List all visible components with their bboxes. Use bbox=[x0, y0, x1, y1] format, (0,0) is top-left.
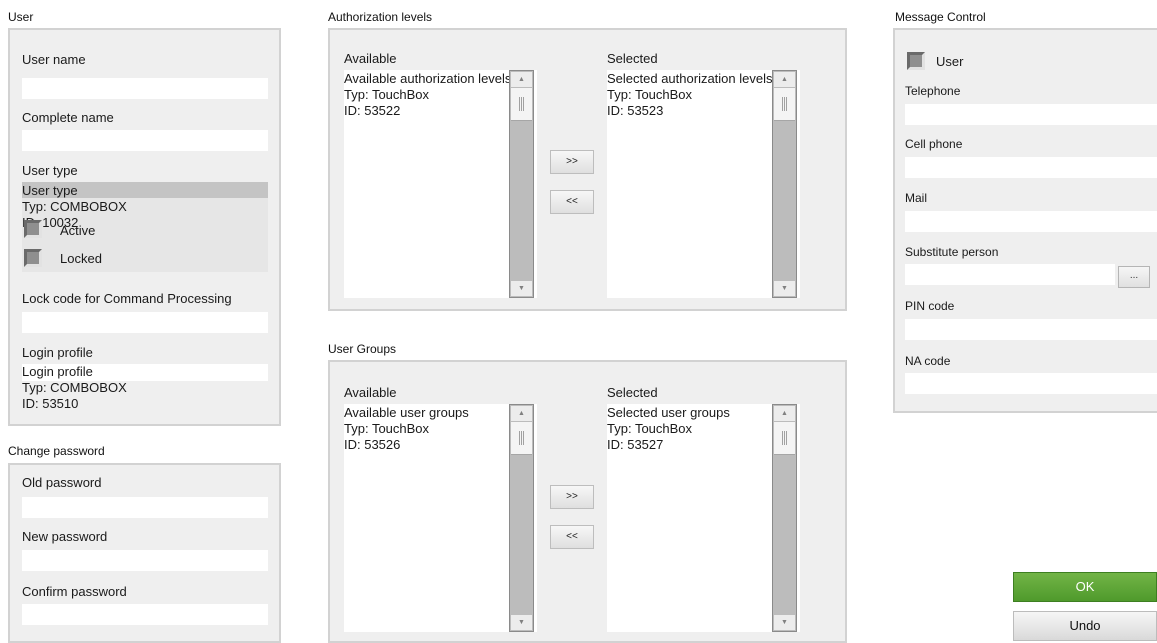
scroll-down-button[interactable]: ▼ bbox=[774, 615, 795, 630]
grip-icon bbox=[782, 97, 788, 111]
substitute-person-input[interactable] bbox=[905, 264, 1115, 285]
auth-available-list-text: Available authorization levels Typ: Touc… bbox=[344, 71, 512, 118]
scroll-up-icon: ▲ bbox=[518, 76, 525, 83]
scroll-down-button[interactable]: ▼ bbox=[511, 281, 532, 296]
lock-code-label: Lock code for Command Processing bbox=[22, 291, 232, 306]
undo-button[interactable]: Undo bbox=[1013, 611, 1157, 641]
scroll-down-button[interactable]: ▼ bbox=[774, 281, 795, 296]
scroll-up-button[interactable]: ▲ bbox=[511, 72, 532, 87]
substitute-person-label: Substitute person bbox=[905, 245, 999, 259]
grip-icon bbox=[519, 97, 525, 111]
scroll-down-button[interactable]: ▼ bbox=[511, 615, 532, 630]
scroll-up-button[interactable]: ▲ bbox=[774, 72, 795, 87]
auth-available-label: Available bbox=[344, 51, 397, 66]
login-profile-combobox-text: Login profile Typ: COMBOBOX ID: 53510 bbox=[22, 364, 127, 411]
active-checkbox[interactable] bbox=[24, 220, 42, 238]
scroll-thumb[interactable] bbox=[511, 422, 532, 455]
user-panel: User name Complete name User type User t… bbox=[8, 28, 281, 426]
cell-phone-input[interactable] bbox=[905, 157, 1157, 178]
locked-checkbox-label: Locked bbox=[60, 251, 102, 266]
old-password-label: Old password bbox=[22, 475, 102, 490]
change-password-panel: Old password New password Confirm passwo… bbox=[8, 463, 281, 643]
complete-name-input[interactable] bbox=[22, 130, 268, 151]
telephone-input[interactable] bbox=[905, 104, 1157, 125]
scroll-thumb[interactable] bbox=[774, 422, 795, 455]
message-control-panel: User Telephone Cell phone Mail Substitut… bbox=[893, 28, 1157, 413]
substitute-person-browse-button[interactable]: ... bbox=[1118, 266, 1150, 288]
groups-available-list-text: Available user groups Typ: TouchBox ID: … bbox=[344, 405, 469, 452]
na-code-input[interactable] bbox=[905, 373, 1157, 394]
scroll-down-icon: ▼ bbox=[518, 619, 525, 626]
na-code-label: NA code bbox=[905, 354, 951, 368]
user-type-label: User type bbox=[22, 163, 78, 178]
new-password-input[interactable] bbox=[22, 550, 268, 571]
auth-selected-list-text: Selected authorization levels Typ: Touch… bbox=[607, 71, 773, 118]
cell-phone-label: Cell phone bbox=[905, 137, 963, 151]
grip-icon bbox=[782, 431, 788, 445]
groups-selected-list-text: Selected user groups Typ: TouchBox ID: 5… bbox=[607, 405, 730, 452]
mail-input[interactable] bbox=[905, 211, 1157, 232]
grip-icon bbox=[519, 431, 525, 445]
confirm-password-input[interactable] bbox=[22, 604, 268, 625]
groups-available-label: Available bbox=[344, 385, 397, 400]
locked-checkbox[interactable] bbox=[24, 249, 42, 267]
groups-remove-button[interactable]: << bbox=[550, 525, 594, 549]
telephone-label: Telephone bbox=[905, 84, 961, 98]
authorization-levels-panel: Available Available authorization levels… bbox=[328, 28, 847, 311]
user-section-title: User bbox=[8, 10, 34, 24]
user-name-label: User name bbox=[22, 52, 86, 67]
message-user-checkbox[interactable] bbox=[907, 52, 925, 70]
groups-available-scrollbar[interactable]: ▲ ▼ bbox=[509, 404, 534, 632]
mail-label: Mail bbox=[905, 191, 928, 205]
auth-available-scrollbar[interactable]: ▲ ▼ bbox=[509, 70, 534, 298]
groups-selected-scrollbar[interactable]: ▲ ▼ bbox=[772, 404, 797, 632]
old-password-input[interactable] bbox=[22, 497, 268, 518]
user-name-input[interactable] bbox=[22, 78, 268, 99]
ok-button[interactable]: OK bbox=[1013, 572, 1157, 602]
user-groups-panel: Available Available user groups Typ: Tou… bbox=[328, 360, 847, 643]
scroll-up-icon: ▲ bbox=[781, 76, 788, 83]
auth-selected-label: Selected bbox=[607, 51, 658, 66]
new-password-label: New password bbox=[22, 529, 108, 544]
scroll-down-icon: ▼ bbox=[781, 619, 788, 626]
message-control-title: Message Control bbox=[895, 10, 986, 24]
message-user-checkbox-label: User bbox=[936, 54, 964, 69]
auth-selected-scrollbar[interactable]: ▲ ▼ bbox=[772, 70, 797, 298]
scroll-thumb[interactable] bbox=[511, 88, 532, 121]
groups-selected-label: Selected bbox=[607, 385, 658, 400]
scroll-up-button[interactable]: ▲ bbox=[774, 406, 795, 421]
change-password-title: Change password bbox=[8, 444, 105, 458]
scroll-up-icon: ▲ bbox=[518, 410, 525, 417]
user-groups-title: User Groups bbox=[328, 342, 397, 356]
authorization-levels-title: Authorization levels bbox=[328, 10, 433, 24]
pin-code-input[interactable] bbox=[905, 319, 1157, 340]
groups-add-button[interactable]: >> bbox=[550, 485, 594, 509]
confirm-password-label: Confirm password bbox=[22, 584, 127, 599]
login-profile-label: Login profile bbox=[22, 345, 93, 360]
active-checkbox-label: Active bbox=[60, 223, 96, 238]
complete-name-label: Complete name bbox=[22, 110, 114, 125]
scroll-down-icon: ▼ bbox=[781, 285, 788, 292]
auth-remove-button[interactable]: << bbox=[550, 190, 594, 214]
pin-code-label: PIN code bbox=[905, 299, 955, 313]
scroll-up-icon: ▲ bbox=[781, 410, 788, 417]
scroll-up-button[interactable]: ▲ bbox=[511, 406, 532, 421]
auth-add-button[interactable]: >> bbox=[550, 150, 594, 174]
lock-code-input[interactable] bbox=[22, 312, 268, 333]
scroll-thumb[interactable] bbox=[774, 88, 795, 121]
scroll-down-icon: ▼ bbox=[518, 285, 525, 292]
